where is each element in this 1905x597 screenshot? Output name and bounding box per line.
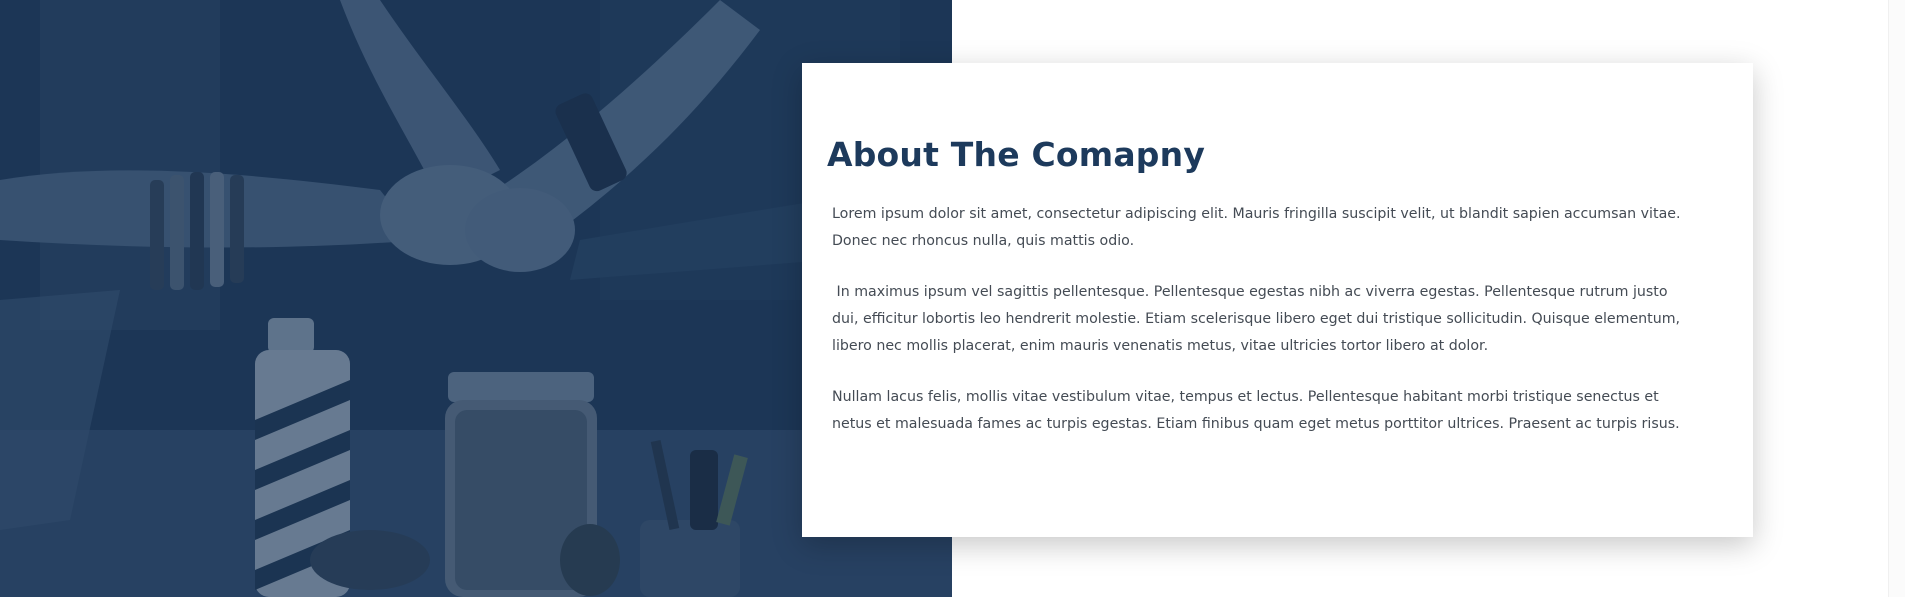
scrollbar-track[interactable] [1888,0,1905,597]
about-section: About The Comapny Lorem ipsum dolor sit … [0,0,1905,597]
about-title: About The Comapny [827,135,1206,174]
about-card: About The Comapny Lorem ipsum dolor sit … [802,63,1753,537]
about-paragraph-2: In maximus ipsum vel sagittis pellentesq… [832,284,1685,355]
about-paragraph-3: Nullam lacus felis, mollis vitae vestibu… [832,389,1680,433]
about-paragraph-1: Lorem ipsum dolor sit amet, consectetur … [832,206,1681,250]
